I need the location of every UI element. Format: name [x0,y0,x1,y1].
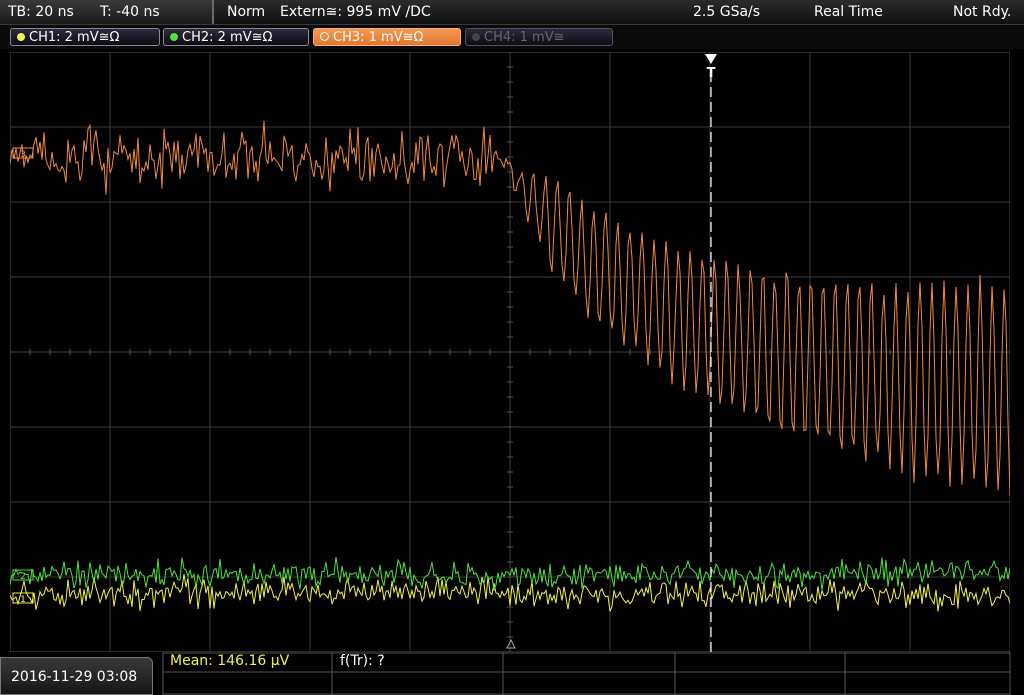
channel-1-indicator-icon [17,33,25,41]
run-state-label: Not Rdy. [953,4,1012,20]
trigger-source-label[interactable]: Extern≅: 995 mV ∕DC [280,0,431,24]
channel-1-button[interactable]: CH1: 2 mV≅Ω [10,28,160,46]
trigger-mode-label[interactable]: Norm [227,0,265,24]
measurement-mean[interactable]: Mean: 146.16 µV [170,652,289,670]
trigger-marker-label: T [707,66,716,81]
status-bar: TB: 20 ns T: -40 ns Norm Extern≅: 995 mV… [0,0,1024,25]
acquisition-mode-label: Real Time [814,4,883,20]
channel-bar: CH1: 2 mV≅Ω CH2: 2 mV≅Ω CH3: 1 mV≅Ω CH4:… [0,25,1024,49]
channel-2-label: CH2: 2 mV≅Ω [182,30,273,45]
measurement-grid [162,652,1011,695]
channel-3-indicator-icon [320,32,329,41]
channel-1-marker-label: 1 [20,595,26,605]
channel-3-label: CH3: 1 mV≅Ω [333,30,424,45]
channel-4-button[interactable]: CH4: 1 mV≅ [465,28,613,46]
channel-4-indicator-icon [472,33,480,41]
channel-4-label: CH4: 1 mV≅ [484,30,565,45]
timebase-label: TB: 20 ns [8,4,74,20]
datetime-label: 2016-11-29 03:08 [11,669,138,685]
timebase-box[interactable]: TB: 20 ns T: -40 ns [0,0,214,24]
measurement-bar [0,652,1024,695]
datetime-box: 2016-11-29 03:08 [0,657,153,695]
sample-rate-label: 2.5 GSa/s [693,4,761,20]
channel-2-marker-label: 2 [20,572,26,582]
trigger-time-label: T: -40 ns [100,4,160,20]
measurement-rise-frequency[interactable]: f(Tr): ? [340,652,385,670]
waveform-display[interactable]: T 3 2 1 [10,52,1010,652]
channel-3-marker-label: 3 [20,150,26,160]
channel-1-label: CH1: 2 mV≅Ω [29,30,120,45]
channel-2-button[interactable]: CH2: 2 mV≅Ω [163,28,309,46]
channel-3-button[interactable]: CH3: 1 mV≅Ω [313,28,461,46]
channel-2-indicator-icon [170,33,178,41]
